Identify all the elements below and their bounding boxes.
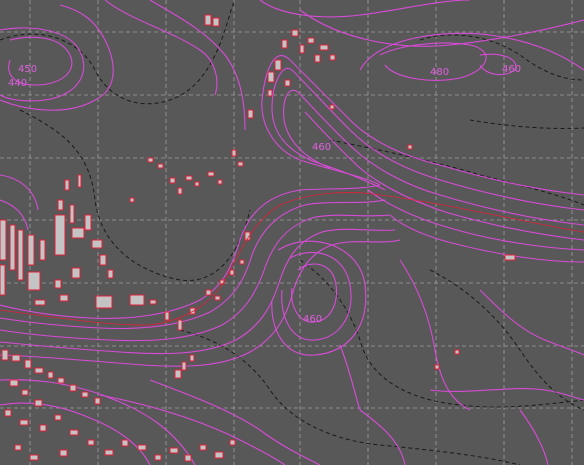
topographic-map[interactable]: 450 440 460 480 460 460: [0, 0, 584, 465]
label-460-ne: 460: [502, 64, 521, 75]
label-450: 450: [18, 64, 37, 75]
label-440: 440: [8, 78, 27, 89]
label-460-south: 460: [303, 314, 322, 325]
label-460-center: 460: [312, 142, 331, 153]
label-480-e: 480: [430, 67, 449, 78]
